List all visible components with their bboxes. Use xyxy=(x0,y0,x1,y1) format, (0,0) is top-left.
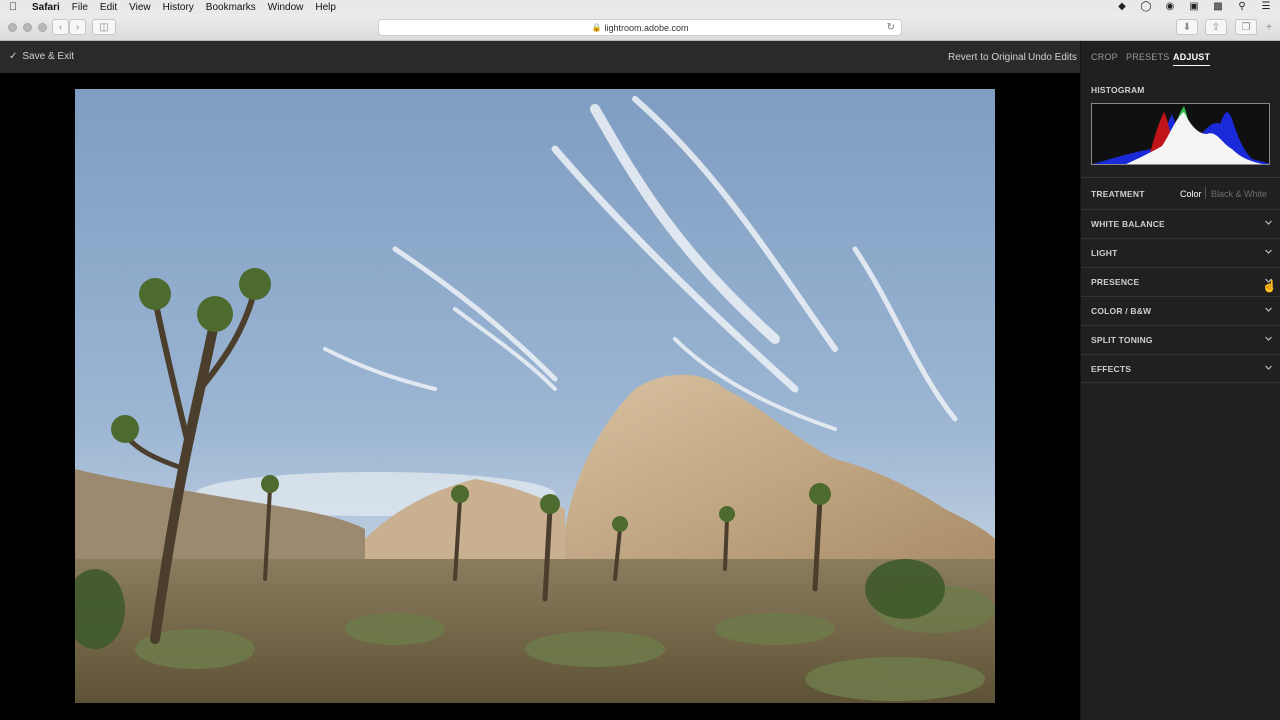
mouse-pointer-icon: ☝ xyxy=(1262,279,1277,293)
section-light-label: LIGHT xyxy=(1091,248,1118,258)
reload-icon[interactable]: ↻ xyxy=(887,22,895,33)
photo-preview[interactable] xyxy=(75,89,995,703)
tab-adjust[interactable]: ADJUST xyxy=(1173,52,1211,66)
chevron-down-icon xyxy=(1265,335,1272,342)
undo-edits-button[interactable]: Undo Edits xyxy=(1028,52,1077,63)
chevron-right-icon: › xyxy=(75,21,80,33)
window-controls xyxy=(8,23,47,32)
treatment-bw-option[interactable]: Black & White xyxy=(1211,189,1267,199)
sidebar-icon: ◫ xyxy=(99,21,109,33)
display-icon[interactable]: ▩ xyxy=(1212,2,1224,12)
back-button[interactable]: ‹ xyxy=(52,19,69,35)
treatment-color-option[interactable]: Color xyxy=(1180,189,1202,199)
share-icon: ⇧ xyxy=(1211,21,1221,33)
section-color-bw[interactable]: COLOR / B&W xyxy=(1081,296,1280,325)
chevron-down-icon xyxy=(1265,364,1272,371)
address-bar[interactable]: 🔒 lightroom.adobe.com ↻ xyxy=(378,19,902,36)
downloads-button[interactable]: ⬇ xyxy=(1176,19,1198,35)
section-split-toning-label: SPLIT TONING xyxy=(1091,335,1153,345)
plus-icon: + xyxy=(1266,21,1272,33)
url-text: lightroom.adobe.com xyxy=(604,22,689,33)
menu-file[interactable]: File xyxy=(66,2,94,13)
section-presence[interactable]: PRESENCE xyxy=(1081,267,1280,296)
checkmark-icon: ✓ xyxy=(9,51,18,62)
section-effects[interactable]: EFFECTS xyxy=(1081,354,1280,383)
tab-presets[interactable]: PRESETS xyxy=(1126,52,1169,62)
macos-menu-bar:  Safari File Edit View History Bookmark… xyxy=(0,0,1280,14)
divider xyxy=(1081,177,1280,178)
tabs-icon: ❐ xyxy=(1241,21,1251,33)
section-light[interactable]: LIGHT xyxy=(1081,238,1280,267)
forward-button[interactable]: › xyxy=(69,19,86,35)
menu-view[interactable]: View xyxy=(123,2,157,13)
close-window-button[interactable] xyxy=(8,23,17,32)
section-white-balance-label: WHITE BALANCE xyxy=(1091,219,1165,229)
apple-icon[interactable]:  xyxy=(0,1,26,13)
photo-canvas xyxy=(0,73,1080,720)
airplay-icon[interactable]: ▣ xyxy=(1188,2,1200,12)
share-button[interactable]: ⇧ xyxy=(1205,19,1227,35)
revert-to-original-button[interactable]: Revert to Original xyxy=(948,52,1026,63)
section-white-balance[interactable]: WHITE BALANCE xyxy=(1081,209,1280,238)
panel-tabs: CROP PRESETS ADJUST xyxy=(1081,41,1280,73)
adjust-panel: CROP PRESETS ADJUST HISTOGRAM TREATMENT … xyxy=(1080,41,1280,720)
lock-icon: 🔒 xyxy=(591,23,602,32)
menu-bookmarks[interactable]: Bookmarks xyxy=(200,2,262,13)
chevron-down-icon xyxy=(1265,248,1272,255)
section-effects-label: EFFECTS xyxy=(1091,364,1132,374)
tabs-overview-button[interactable]: ❐ xyxy=(1235,19,1257,35)
notification-center-icon[interactable]: ☰ xyxy=(1260,2,1272,12)
treatment-separator xyxy=(1205,187,1206,199)
menu-help[interactable]: Help xyxy=(309,2,342,13)
spotlight-search-icon[interactable]: ⚲ xyxy=(1236,2,1248,12)
section-split-toning[interactable]: SPLIT TONING xyxy=(1081,325,1280,354)
sidebar-toggle-button[interactable]: ◫ xyxy=(92,19,116,35)
landscape-photo xyxy=(75,89,995,703)
menu-edit[interactable]: Edit xyxy=(94,2,123,13)
new-tab-button[interactable]: + xyxy=(1262,19,1276,35)
download-icon: ⬇ xyxy=(1182,21,1192,33)
histogram xyxy=(1091,103,1270,165)
section-presence-label: PRESENCE xyxy=(1091,277,1140,287)
creative-cloud-icon[interactable]: ◯ xyxy=(1140,2,1152,12)
treatment-label: TREATMENT xyxy=(1091,189,1145,199)
chevron-left-icon: ‹ xyxy=(58,21,63,33)
save-exit-button[interactable]: ✓ Save & Exit xyxy=(9,51,74,62)
wifi-icon[interactable]: ◉ xyxy=(1164,2,1176,12)
browser-toolbar: ‹ › ◫ 🔒 lightroom.adobe.com ↻ ⬇ ⇧ ❐ + xyxy=(0,14,1280,41)
minimize-window-button[interactable] xyxy=(23,23,32,32)
menu-app-name[interactable]: Safari xyxy=(26,2,66,13)
menu-history[interactable]: History xyxy=(157,2,200,13)
chevron-down-icon xyxy=(1265,219,1272,226)
menu-window[interactable]: Window xyxy=(262,2,310,13)
section-color-bw-label: COLOR / B&W xyxy=(1091,306,1152,316)
editor-top-bar: ✓ Save & Exit Revert to Original Undo Ed… xyxy=(0,41,1080,73)
histogram-label: HISTOGRAM xyxy=(1091,85,1145,95)
tab-crop[interactable]: CROP xyxy=(1091,52,1118,62)
shield-icon[interactable]: ◆ xyxy=(1116,2,1128,12)
save-exit-label: Save & Exit xyxy=(22,51,75,62)
zoom-window-button[interactable] xyxy=(38,23,47,32)
chevron-down-icon xyxy=(1265,306,1272,313)
